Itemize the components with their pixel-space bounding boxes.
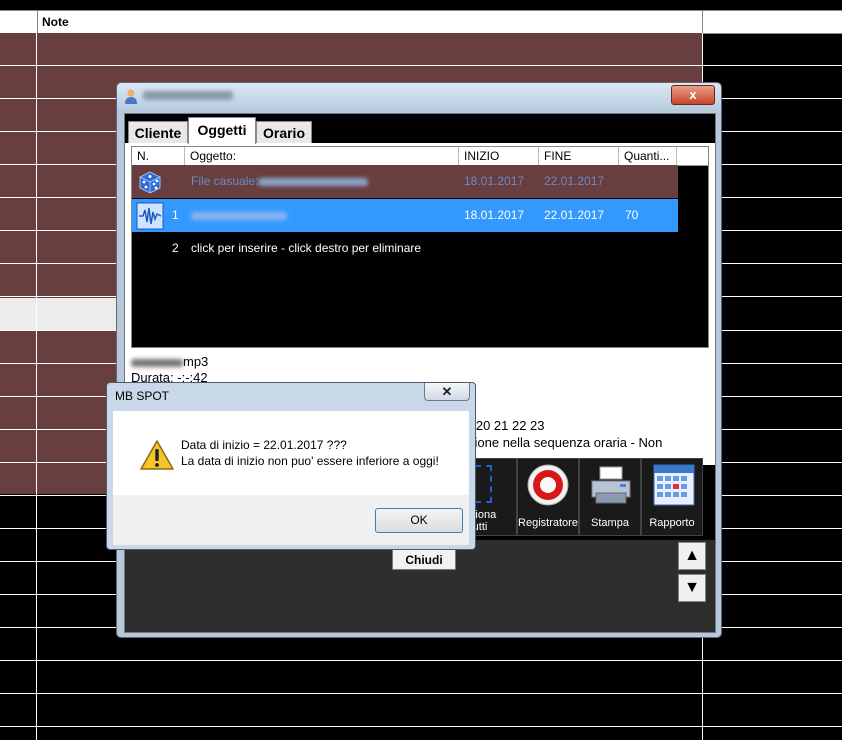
list-item-object: File casuale: [191,165,369,198]
window-titlebar[interactable]: x [117,83,721,109]
column-header-extra[interactable] [702,11,842,33]
list-item-object [191,199,287,232]
print-button[interactable]: Stampa [579,458,641,536]
record-icon [527,464,569,506]
list-item-insert[interactable]: 2 click per inserire - click destro per … [132,232,678,265]
scroll-up-button[interactable]: ▲ [678,542,706,570]
user-icon [125,89,137,104]
dialog-body: Data di inizio = 22.01.2017 ??? La data … [113,411,469,495]
list-item-selected[interactable]: 1 18.01.2017 22.01.2017 70 [132,199,678,232]
message-dialog: MB SPOT ✕ Data di inizio = 22.01.2017 ??… [106,382,476,550]
close-window-button[interactable]: Chiudi [392,549,456,570]
list-col-n[interactable]: N. [132,147,185,165]
arrow-down-icon: ▼ [684,579,700,596]
grid-column-line [36,33,37,740]
redacted-text [131,358,183,367]
spot-window: x Cliente Oggetti Orario N. Oggetto: INI… [116,82,722,638]
list-item-hint: click per inserire - click destro per el… [191,241,422,255]
dialog-message-line2: La data di inizio non puo' essere inferi… [181,454,439,468]
bottom-bar: Chiudi ▲ ▼ [125,540,715,632]
sequence-info: zione nella sequenza oraria - Non [468,435,663,450]
calendar-report-icon [653,464,695,506]
list-item-end: 22.01.2017 [544,208,605,222]
list-col-start[interactable]: INIZIO [459,147,539,165]
list-col-object[interactable]: Oggetto: [185,147,459,165]
tab-oggetti[interactable]: Oggetti [188,117,256,144]
arrow-up-icon: ▲ [684,547,700,564]
grid-line [0,726,842,727]
tab-cliente[interactable]: Cliente [128,121,188,143]
ok-button[interactable]: OK [375,508,463,533]
audio-file-icon [136,202,164,230]
report-button[interactable]: Rapporto [641,458,703,536]
printer-icon [591,466,631,504]
recorder-button[interactable]: Registratore [517,458,579,536]
list-col-qty[interactable]: Quanti... [619,147,677,165]
objects-list[interactable]: N. Oggetto: INIZIO FINE Quanti... File c… [131,146,709,348]
dialog-footer: OK [113,495,469,545]
hours-list: 0 20 21 22 23 [465,418,545,433]
grid-line [0,660,842,661]
list-item[interactable]: File casuale: 18.01.2017 22.01.2017 [132,165,678,198]
scroll-down-button[interactable]: ▼ [678,574,706,602]
redacted-text [191,211,287,220]
window-close-button[interactable]: x [671,85,715,105]
print-label: Stampa [591,517,629,529]
list-header: N. Oggetto: INIZIO FINE Quanti... [132,147,708,166]
dialog-close-button[interactable]: ✕ [424,383,470,401]
grid-line [0,65,842,66]
list-item-number: 2 [172,241,179,255]
list-col-end[interactable]: FINE [539,147,619,165]
list-item-number: 1 [172,208,179,222]
tab-orario[interactable]: Orario [256,121,312,143]
recorder-label: Registratore [518,517,578,529]
dialog-message-line1: Data di inizio = 22.01.2017 ??? [181,438,347,452]
list-item-end: 22.01.2017 [544,174,605,188]
warning-icon [140,440,174,470]
table-header: Note [0,10,842,34]
list-item-start: 18.01.2017 [464,208,525,222]
redacted-text [258,177,369,186]
grid-line [0,693,842,694]
dice-icon [139,171,161,194]
report-label: Rapporto [649,517,695,529]
file-name: mp3 [131,354,208,369]
window-client-area: Cliente Oggetti Orario N. Oggetto: INIZI… [124,113,716,633]
list-item-qty: 70 [625,208,639,222]
table-row-highlighted[interactable] [0,298,117,330]
window-title-redacted [143,91,233,100]
column-header-note[interactable]: Note [37,11,699,33]
list-item-start: 18.01.2017 [464,174,525,188]
dialog-title: MB SPOT [115,389,170,403]
